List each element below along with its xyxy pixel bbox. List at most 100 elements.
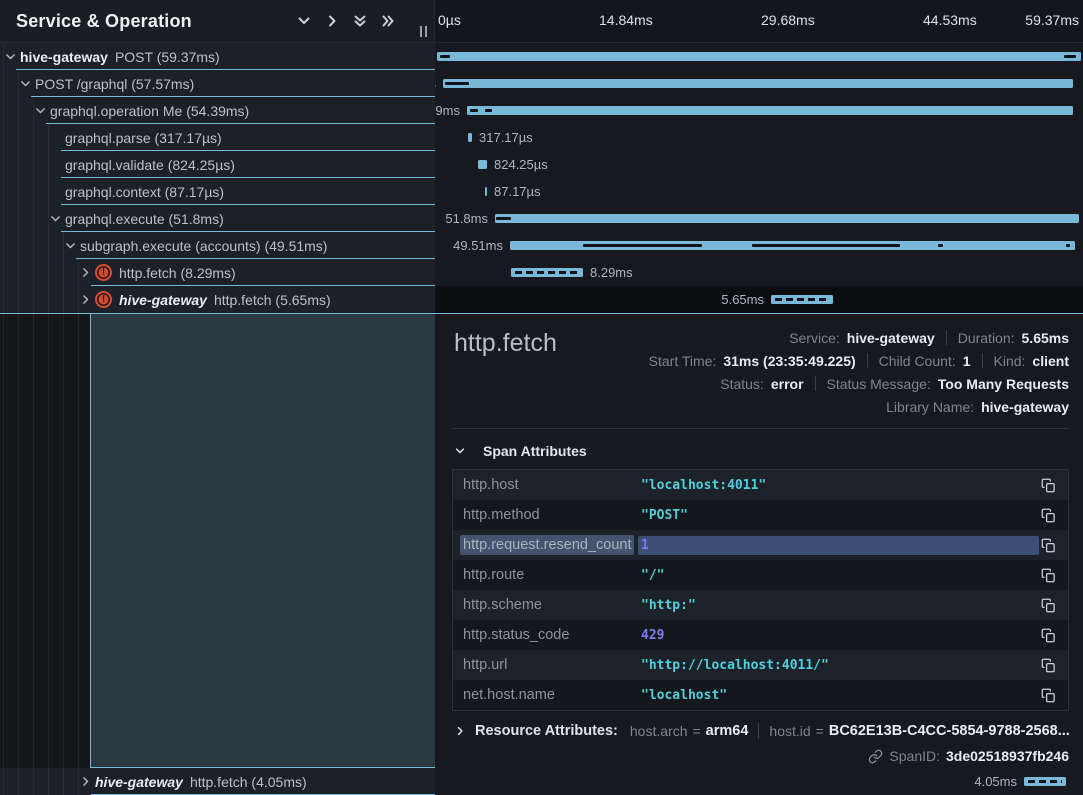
bar-self-time-mark	[445, 82, 469, 85]
service-operation-header: Service & Operation	[0, 0, 435, 42]
tick-label: 29.68ms	[761, 12, 815, 28]
tick-label: 14.84ms	[599, 12, 653, 28]
copy-icon[interactable]	[1039, 536, 1058, 555]
span-duration-bar[interactable]	[468, 133, 472, 142]
attribute-value: 1	[638, 536, 1039, 555]
chevron-right-icon	[454, 725, 466, 737]
chevron-down-icon[interactable]	[19, 77, 32, 90]
span-operation-label: graphql.parse (317.17µs)	[65, 130, 222, 146]
chevron-down-icon[interactable]	[4, 50, 17, 63]
attribute-row: http.host"localhost:4011"	[453, 470, 1068, 500]
trace-row: graphql.parse (317.17µs)317.17µs	[0, 124, 1083, 151]
trace-row: graphql.operation Me (54.39ms)54.39ms	[0, 97, 1083, 124]
span-tree-cell[interactable]: graphql.operation Me (54.39ms)	[0, 97, 435, 124]
resource-attributes-row[interactable]: Resource Attributes: host.arch=arm64host…	[454, 723, 1069, 739]
attribute-value: "http:"	[641, 598, 1039, 613]
chevrons-down-icon[interactable]	[352, 13, 368, 29]
span-duration-bar[interactable]	[478, 160, 487, 169]
copy-icon[interactable]	[1039, 656, 1058, 675]
attribute-key: http.scheme	[463, 597, 641, 613]
chevrons-right-icon[interactable]	[380, 13, 396, 29]
meta-divider	[982, 353, 983, 368]
chevron-down-icon[interactable]	[64, 239, 77, 252]
span-tree-cell[interactable]: hive-gatewayPOST (59.37ms)	[0, 43, 435, 70]
span-tree-cell[interactable]: graphql.validate (824.25µs)	[0, 151, 435, 178]
meta-key: Service:	[789, 330, 840, 346]
chevron-down-icon[interactable]	[49, 212, 62, 225]
link-icon[interactable]	[868, 749, 883, 764]
span-tree-cell[interactable]: !http.fetch (8.29ms)	[0, 259, 435, 286]
attribute-key: http.route	[463, 567, 641, 583]
attribute-key: http.request.resend_count	[460, 535, 634, 555]
span-duration-bar[interactable]	[771, 295, 833, 304]
chevron-down-icon[interactable]	[34, 104, 47, 117]
attribute-key: http.host	[463, 477, 641, 493]
span-duration-bar[interactable]	[511, 268, 583, 277]
error-status-icon: !	[95, 291, 112, 308]
span-operation-label: graphql.validate (824.25µs)	[65, 157, 235, 173]
chevron-down-icon	[454, 445, 466, 457]
indent-guides	[3, 151, 58, 178]
meta-value: Too Many Requests	[938, 376, 1069, 392]
span-tree-cell[interactable]: graphql.context (87.17µs)	[0, 178, 435, 205]
resource-value: arm64	[706, 723, 749, 739]
span-tree-cell[interactable]: POST /graphql (57.57ms)	[0, 70, 435, 97]
span-attributes-header[interactable]: Span Attributes	[454, 443, 1069, 459]
meta-value: 1	[963, 353, 971, 369]
span-tree-cell[interactable]: !hive-gatewayhttp.fetch (5.65ms)	[0, 286, 435, 313]
span-service-name: hive-gateway	[20, 49, 108, 65]
chevron-right-icon[interactable]	[324, 13, 340, 29]
resource-value: BC62E13B-C4CC-5854-9788-2568...	[829, 723, 1070, 739]
bar-dash-pattern	[1028, 780, 1062, 783]
span-tree-cell[interactable]: graphql.parse (317.17µs)	[0, 124, 435, 151]
span-id-row: SpanID: 3de02518937fb246	[452, 748, 1069, 764]
copy-icon[interactable]	[1039, 476, 1058, 495]
meta-value: error	[771, 376, 804, 392]
resource-attributes-items: host.arch=arm64host.id=BC62E13B-C4CC-585…	[630, 723, 1070, 739]
span-duration-bar[interactable]	[485, 187, 487, 196]
chevron-down-icon[interactable]	[296, 13, 312, 29]
panel-resize-handle[interactable]	[420, 26, 427, 37]
span-rows: hive-gatewayPOST (59.37ms)POST /graphql …	[0, 43, 1083, 313]
span-duration-bar[interactable]	[437, 52, 1081, 61]
bar-self-time-mark	[1064, 55, 1076, 58]
copy-icon[interactable]	[1039, 566, 1058, 585]
trace-row: graphql.execute (51.8ms) 51.8ms	[0, 205, 1083, 232]
attribute-value: "localhost"	[641, 688, 1039, 703]
meta-value: hive-gateway	[847, 330, 935, 346]
chevron-right-icon[interactable]	[79, 775, 92, 788]
span-duration-bar[interactable]	[1024, 777, 1066, 786]
span-duration-bar[interactable]	[467, 106, 1073, 115]
tree-controls	[296, 13, 396, 29]
bar-self-time-mark	[583, 244, 702, 247]
copy-icon[interactable]	[1039, 686, 1058, 705]
trace-row: POST /graphql (57.57ms)57.57ms	[0, 70, 1083, 97]
waterfall-cell: 5.65ms	[435, 286, 1083, 313]
trace-row: subgraph.execute (accounts) (49.51ms)49.…	[0, 232, 1083, 259]
span-duration-bar[interactable]	[443, 79, 1073, 88]
span-tree-cell[interactable]: graphql.execute (51.8ms)	[0, 205, 435, 232]
waterfall-cell: 54.39ms	[435, 97, 1083, 124]
trace-row: !http.fetch (8.29ms)8.29ms	[0, 259, 1083, 286]
meta-key: Child Count:	[879, 353, 956, 369]
copy-icon[interactable]	[1039, 596, 1058, 615]
span-title: http.fetch	[454, 329, 557, 358]
span-duration-bar[interactable]	[510, 241, 1075, 250]
meta-line: Service:hive-gatewayDuration:5.65ms	[789, 326, 1069, 349]
copy-icon[interactable]	[1039, 626, 1058, 645]
resource-key: host.id	[769, 723, 810, 739]
chevron-right-icon[interactable]	[79, 266, 92, 279]
span-detail-panel: http.fetch Service:hive-gatewayDuration:…	[435, 314, 1083, 768]
indent-guides	[3, 124, 58, 151]
attribute-key: http.status_code	[463, 627, 641, 643]
span-operation-label: subgraph.execute (accounts) (49.51ms)	[80, 238, 327, 254]
waterfall-cell: 51.8ms	[435, 205, 1083, 232]
span-tree-cell[interactable]: hive-gatewayhttp.fetch (4.05ms)	[0, 768, 435, 795]
bar-duration-label: 51.8ms	[445, 211, 488, 226]
attribute-row: http.status_code429	[453, 620, 1068, 650]
waterfall-cell: 8.29ms	[435, 259, 1083, 286]
span-tree-cell[interactable]: subgraph.execute (accounts) (49.51ms)	[0, 232, 435, 259]
span-duration-bar[interactable]	[495, 214, 1079, 223]
chevron-right-icon[interactable]	[79, 293, 92, 306]
copy-icon[interactable]	[1039, 506, 1058, 525]
